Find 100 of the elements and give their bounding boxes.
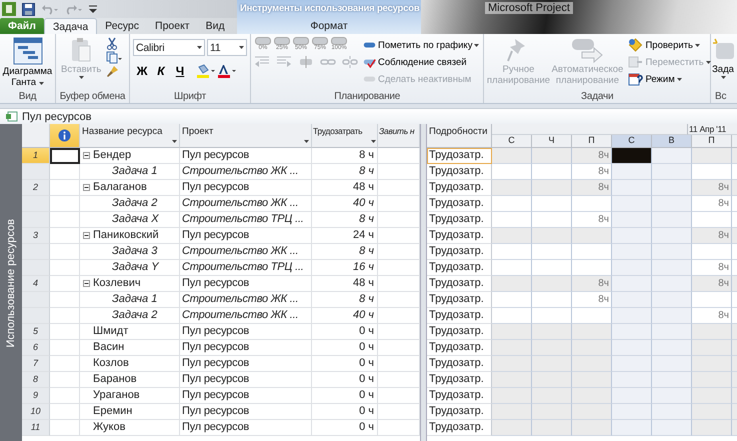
resource-name-cell: Задача 3	[80, 244, 180, 260]
resource-name-cell: Шмидт	[80, 324, 180, 340]
app-logo-icon	[2, 2, 16, 16]
task-command[interactable]: Режим	[627, 71, 683, 87]
project-cell: Пул ресурсов	[180, 180, 312, 196]
work-cell: 24 ч	[312, 228, 378, 244]
gantt-chart-button[interactable]: Диаграмма Ганта	[0, 37, 54, 88]
caret-icon	[78, 76, 84, 79]
row-number[interactable]	[22, 212, 50, 228]
timephased-cell: 8ч	[692, 180, 732, 196]
work-cell: 40 ч	[312, 196, 378, 212]
redo-icon[interactable]	[65, 3, 83, 15]
group-label: Вс	[714, 90, 728, 103]
row-number[interactable]: 3	[22, 228, 50, 244]
indicator-cell	[50, 388, 80, 404]
row-number[interactable]: 11	[22, 420, 50, 436]
resource-name-cell: Паниковский	[80, 228, 180, 244]
project-cell: Пул ресурсов	[180, 148, 312, 164]
timephased-cell: 8ч	[572, 276, 612, 292]
project-cell: Пул ресурсов	[180, 340, 312, 356]
project-cell: Строительство ЖК ...	[180, 164, 312, 180]
resource-name-cell: Козлевич	[80, 276, 180, 292]
scissors-icon[interactable]	[106, 37, 118, 50]
row-number[interactable]	[22, 292, 50, 308]
timephased-cell: 8ч	[572, 180, 612, 196]
collapse-icon[interactable]	[83, 152, 90, 159]
row-number[interactable]: 4	[22, 276, 50, 292]
details-cell: Трудозатр.	[427, 260, 492, 276]
indicator-cell	[50, 180, 80, 196]
work-cell: 8 ч	[312, 212, 378, 228]
task-command[interactable]: Проверить	[627, 37, 701, 53]
ribbon-tab[interactable]: Ресурс	[97, 18, 148, 34]
row-number[interactable]: 6	[22, 340, 50, 356]
split-icon[interactable]	[298, 55, 314, 69]
row-number[interactable]: 9	[22, 388, 50, 404]
outdent-icon[interactable]	[254, 55, 270, 69]
row-number[interactable]	[22, 244, 50, 260]
ribbon-tab[interactable]: Задача	[44, 18, 98, 34]
ribbon-tab[interactable]: Формат	[302, 18, 356, 34]
row-number[interactable]: 1	[22, 148, 50, 164]
details-cell: Трудозатр.	[427, 212, 492, 228]
undo-icon[interactable]	[41, 3, 59, 15]
save-icon[interactable]	[22, 2, 35, 16]
schedule-command[interactable]: Пометить по графику	[362, 37, 480, 53]
collapse-icon[interactable]	[83, 232, 90, 239]
view-title: Пул ресурсов	[22, 110, 92, 122]
column-header[interactable]: Название ресурса	[80, 124, 180, 148]
details-cell: Трудозатр.	[427, 308, 492, 324]
column-header[interactable]: Трудозатрать	[312, 124, 378, 148]
row-number[interactable]	[22, 260, 50, 276]
row-number[interactable]: 5	[22, 324, 50, 340]
group-label: Планирование	[333, 90, 402, 103]
italic-button[interactable]: К	[152, 62, 170, 80]
row-number[interactable]: 8	[22, 372, 50, 388]
row-number[interactable]	[22, 308, 50, 324]
customize-toolbar-icon[interactable]	[89, 4, 97, 14]
ribbon-tab[interactable]: Проект	[147, 18, 198, 34]
resource-name-cell: Задача 2	[80, 308, 180, 324]
copy-icon[interactable]	[106, 51, 122, 64]
unlink-icon[interactable]	[342, 55, 358, 69]
insert-task-button[interactable]: Зада	[712, 37, 734, 79]
indicator-cell	[50, 260, 80, 276]
schedule-command[interactable]: Соблюдение связей	[362, 54, 468, 70]
row-number[interactable]	[22, 196, 50, 212]
bold-button[interactable]: Ж	[133, 62, 151, 80]
clipboard-icon	[71, 37, 92, 63]
warning-diamond-icon	[628, 38, 644, 52]
font-name-field[interactable]: Calibri	[133, 39, 205, 56]
row-number[interactable]: 7	[22, 356, 50, 372]
info-icon	[58, 129, 71, 142]
ribbon-tab[interactable]: Вид	[198, 18, 233, 34]
collapse-icon[interactable]	[83, 184, 90, 191]
caret-icon	[239, 46, 244, 49]
work-cell: 8 ч	[312, 292, 378, 308]
indent-icon[interactable]	[276, 55, 292, 69]
font-size-field[interactable]: 11	[207, 39, 247, 56]
ribbon-tab[interactable]: Файл	[0, 18, 44, 34]
column-header[interactable]: Проект	[180, 124, 312, 148]
project-cell: Пул ресурсов	[180, 420, 312, 436]
font-color-icon[interactable]	[217, 64, 237, 78]
pane-splitter[interactable]	[420, 124, 427, 441]
indicator-cell	[50, 196, 80, 212]
indicator-cell	[50, 244, 80, 260]
indicator-cell	[50, 276, 80, 292]
work-cell: 0 ч	[312, 324, 378, 340]
collapse-icon[interactable]	[83, 280, 90, 287]
row-number[interactable]	[22, 164, 50, 180]
work-cell: 16 ч	[312, 260, 378, 276]
details-cell: Трудозатр.	[427, 164, 492, 180]
resource-sheet-icon	[6, 111, 18, 122]
indicator-cell	[50, 340, 80, 356]
fill-color-icon[interactable]	[196, 64, 216, 78]
underline-button[interactable]: Ч	[171, 62, 189, 80]
paintbrush-icon[interactable]	[106, 65, 120, 78]
row-number[interactable]: 2	[22, 180, 50, 196]
resource-name-cell: Балаганов	[80, 180, 180, 196]
resource-name-cell: Баранов	[80, 372, 180, 388]
work-cell: 0 ч	[312, 420, 378, 436]
work-cell: 0 ч	[312, 404, 378, 420]
row-number[interactable]: 10	[22, 404, 50, 420]
